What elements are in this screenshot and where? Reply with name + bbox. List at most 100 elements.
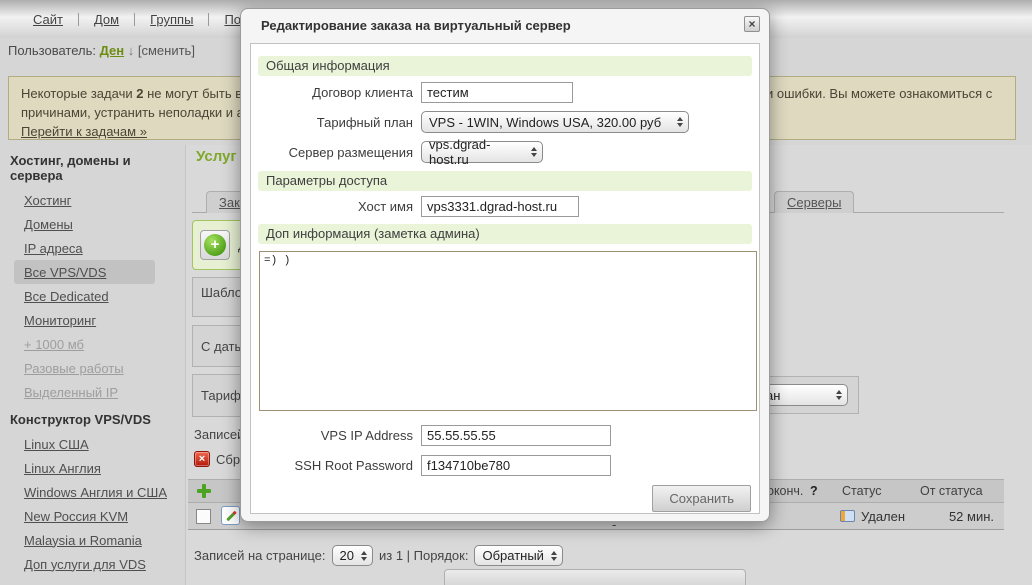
sidebar-link[interactable]: Malaysia и Romania (24, 533, 142, 548)
sidebar-link[interactable]: Все Dedicated (24, 289, 109, 304)
save-button[interactable]: Сохранить (652, 485, 751, 512)
per-page-select[interactable]: 20 (332, 545, 373, 566)
nav-tab-home[interactable]: Дом (79, 12, 134, 27)
section-admin-note: Доп информация (заметка админа) (258, 224, 752, 244)
ip-label: VPS IP Address (251, 428, 413, 443)
page-title: Услуг (196, 148, 237, 165)
sidebar-link[interactable]: Выделенный IP (24, 385, 118, 400)
sidebar-list: Хостинг Домены IP адреса Все VPS/VDS Все… (0, 188, 185, 404)
sidebar-link[interactable]: + 1000 мб (24, 337, 84, 352)
col-header-from-status: От статуса (920, 484, 983, 498)
records-count-label: Записей (194, 427, 244, 442)
sidebar-link[interactable]: Windows Англия и США (24, 485, 167, 500)
field-row-ssh: SSH Root Password (251, 455, 759, 476)
ssh-label: SSH Root Password (251, 458, 413, 473)
pagination-bar: Записей на странице: 20 из 1 | Порядок: … (194, 545, 563, 566)
warning-text: Некоторые задачи (21, 86, 133, 101)
row-status: Удален (861, 509, 905, 524)
app-root: Сайт Дом Группы Пользова Пользователь: Д… (0, 0, 1032, 585)
add-row-plus-icon[interactable] (197, 484, 211, 498)
field-row-server: Сервер размещения vps.dgrad-host.ru (251, 141, 759, 163)
section-access-params: Параметры доступа (258, 171, 752, 191)
sidebar-link[interactable]: Доп услуги для VDS (24, 557, 146, 572)
nav-tab-groups[interactable]: Группы (135, 12, 208, 27)
nav-tab-site[interactable]: Сайт (18, 12, 78, 27)
row-from-status: 52 мин. (949, 509, 994, 524)
add-order-button[interactable]: + (200, 230, 230, 260)
sidebar-item-linux-usa: Linux США (0, 432, 185, 456)
filter-template-label: Шабло (201, 285, 242, 300)
order-select[interactable]: Обратный (474, 545, 562, 566)
sidebar-link[interactable]: Мониторинг (24, 313, 96, 328)
plan-select-value: VPS - 1WIN, Windows USA, 320.00 руб (429, 115, 661, 130)
sidebar-link[interactable]: Разовые работы (24, 361, 124, 376)
sidebar-link[interactable]: Все VPS/VDS (24, 265, 106, 280)
ip-input[interactable] (421, 425, 611, 446)
bottom-panel (444, 569, 746, 585)
sidebar: Хостинг, домены и сервера Хостинг Домены… (0, 145, 186, 585)
user-name-link[interactable]: Ден (100, 43, 125, 58)
dialog-title: Редактирование заказа на виртуальный сер… (261, 18, 571, 33)
close-x-icon: × (748, 17, 755, 31)
stepper-arrows-icon (354, 551, 367, 561)
col-header-help-icon[interactable]: ? (810, 484, 818, 498)
sidebar-item-linux-england: Linux Англия (0, 456, 185, 480)
stepper-arrows-icon (829, 390, 842, 400)
plan-select[interactable]: VPS - 1WIN, Windows USA, 320.00 руб (421, 111, 689, 133)
per-page-value: 20 (340, 548, 354, 563)
sidebar-link[interactable]: IP адреса (24, 241, 83, 256)
dialog-close-button[interactable]: × (744, 16, 760, 32)
sidebar-header-hosting: Хостинг, домены и сервера (0, 145, 185, 188)
field-row-contract: Договор клиента (251, 82, 759, 103)
col-header-status: Статус (842, 484, 882, 498)
sidebar-item-vds-extra-services: Доп услуги для VDS (0, 552, 185, 576)
edit-order-dialog: Редактирование заказа на виртуальный сер… (240, 8, 770, 522)
stepper-arrows-icon (670, 117, 683, 127)
row-edit-icon[interactable] (221, 506, 240, 525)
go-to-tasks-link[interactable]: Перейти к задачам » (21, 124, 147, 139)
sidebar-link[interactable]: Домены (24, 217, 73, 232)
ssh-input[interactable] (421, 455, 611, 476)
sidebar-item-one-time-jobs: Разовые работы (0, 356, 185, 380)
user-change-link[interactable]: [сменить] (138, 43, 195, 58)
field-row-ip: VPS IP Address (251, 425, 759, 446)
sidebar-link[interactable]: Хостинг (24, 193, 71, 208)
sidebar-item-all-vps: Все VPS/VDS (14, 260, 155, 284)
server-label: Сервер размещения (251, 145, 413, 160)
admin-note-textarea[interactable]: =) ) (259, 251, 757, 411)
server-select[interactable]: vps.dgrad-host.ru (421, 141, 543, 163)
contract-label: Договор клиента (251, 85, 413, 100)
sidebar-header-vps-constructor: Конструктор VPS/VDS (0, 404, 185, 432)
sidebar-item-all-dedicated: Все Dedicated (0, 284, 185, 308)
per-page-label: Записей на странице: (194, 548, 326, 563)
sidebar-link[interactable]: New Россия KVM (24, 509, 128, 524)
sidebar-item-domains: Домены (0, 212, 185, 236)
tab-servers-link[interactable]: Серверы (787, 195, 841, 210)
tab-servers: Серверы (774, 191, 854, 213)
stepper-arrows-icon (524, 147, 537, 157)
warning-task-count: 2 (136, 86, 143, 101)
col-header-finish: оконч. (767, 484, 803, 498)
sidebar-item-malaysia-romania: Malaysia и Romania (0, 528, 185, 552)
status-icon (840, 510, 855, 522)
order-select-value: Обратный (482, 548, 543, 563)
reset-x-icon: × (194, 451, 210, 467)
field-row-plan: Тарифный план VPS - 1WIN, Windows USA, 3… (251, 111, 759, 133)
sidebar-item-ip-addresses: IP адреса (0, 236, 185, 260)
sidebar-list: Linux США Linux Англия Windows Англия и … (0, 432, 185, 576)
warning-line1-right: и ошибки. Вы можете ознакомиться с (766, 84, 992, 103)
sidebar-link[interactable]: Linux Англия (24, 461, 101, 476)
stepper-arrows-icon (544, 551, 557, 561)
sidebar-item-hosting: Хостинг (0, 188, 185, 212)
plan-label: Тарифный план (251, 115, 413, 130)
row-checkbox[interactable] (196, 509, 211, 524)
host-label: Хост имя (251, 199, 413, 214)
user-dropdown-arrow-icon[interactable]: ↓ (128, 43, 135, 58)
host-input[interactable] (421, 196, 579, 217)
contract-input[interactable] (421, 82, 573, 103)
sidebar-item-windows-england-usa: Windows Англия и США (0, 480, 185, 504)
sidebar-link[interactable]: Linux США (24, 437, 89, 452)
plus-circle-icon: + (204, 234, 226, 256)
section-general-info: Общая информация (258, 56, 752, 76)
page-of-label: из 1 | Порядок: (379, 548, 468, 563)
